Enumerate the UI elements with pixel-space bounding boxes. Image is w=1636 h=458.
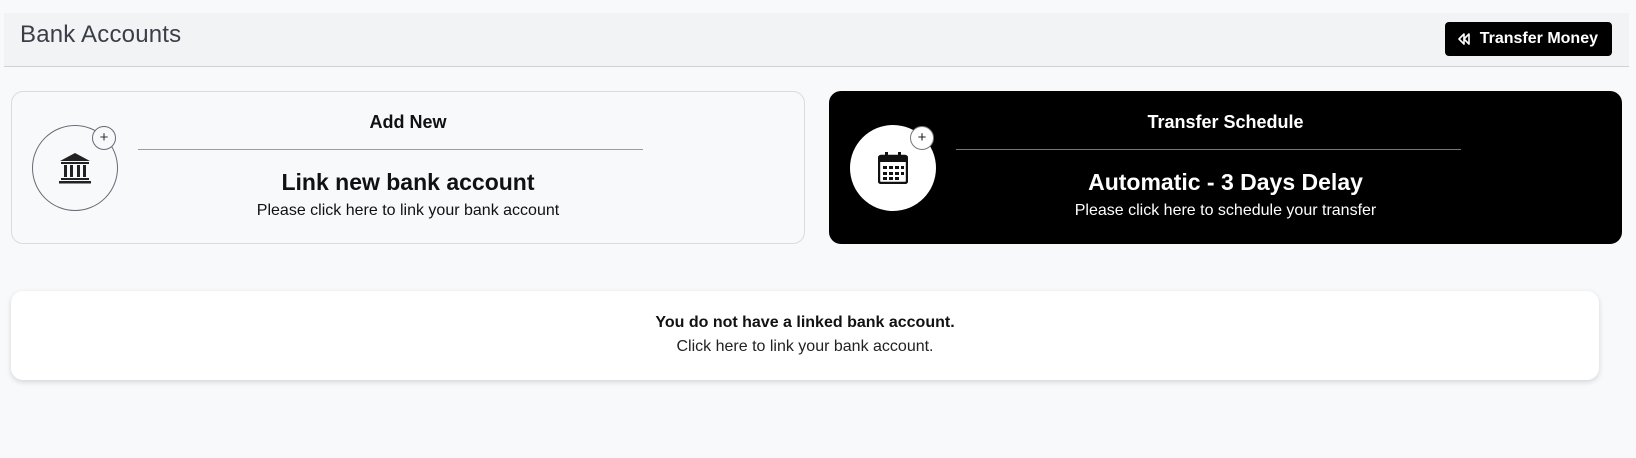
divider bbox=[138, 149, 643, 150]
transfer-schedule-heading: Transfer Schedule bbox=[1147, 112, 1304, 132]
schedule-title: Automatic - 3 Days Delay bbox=[1088, 169, 1363, 195]
page-title: Bank Accounts bbox=[20, 21, 182, 48]
notice-title: You do not have a linked bank account. bbox=[655, 314, 955, 331]
transfer-schedule-card[interactable]: + Transfer Schedule Automatic - 3 Days D… bbox=[829, 91, 1622, 244]
link-account-title: Link new bank account bbox=[281, 169, 535, 195]
transfer-money-label: Transfer Money bbox=[1479, 30, 1598, 47]
rewind-icon bbox=[1457, 33, 1470, 45]
link-account-subtitle: Please click here to link your bank acco… bbox=[256, 202, 560, 219]
schedule-subtitle: Please click here to schedule your trans… bbox=[1074, 202, 1377, 219]
transfer-money-button[interactable]: Transfer Money bbox=[1444, 22, 1612, 56]
notice-link-text[interactable]: Click here to link your bank account. bbox=[11, 338, 1599, 356]
no-linked-account-notice[interactable]: You do not have a linked bank account. C… bbox=[11, 291, 1599, 380]
page-header: Bank Accounts Transfer Money bbox=[4, 13, 1629, 67]
add-new-card[interactable]: + Add New Link new bank account Please c… bbox=[11, 91, 805, 244]
add-new-heading: Add New bbox=[369, 112, 447, 132]
divider bbox=[956, 149, 1461, 150]
